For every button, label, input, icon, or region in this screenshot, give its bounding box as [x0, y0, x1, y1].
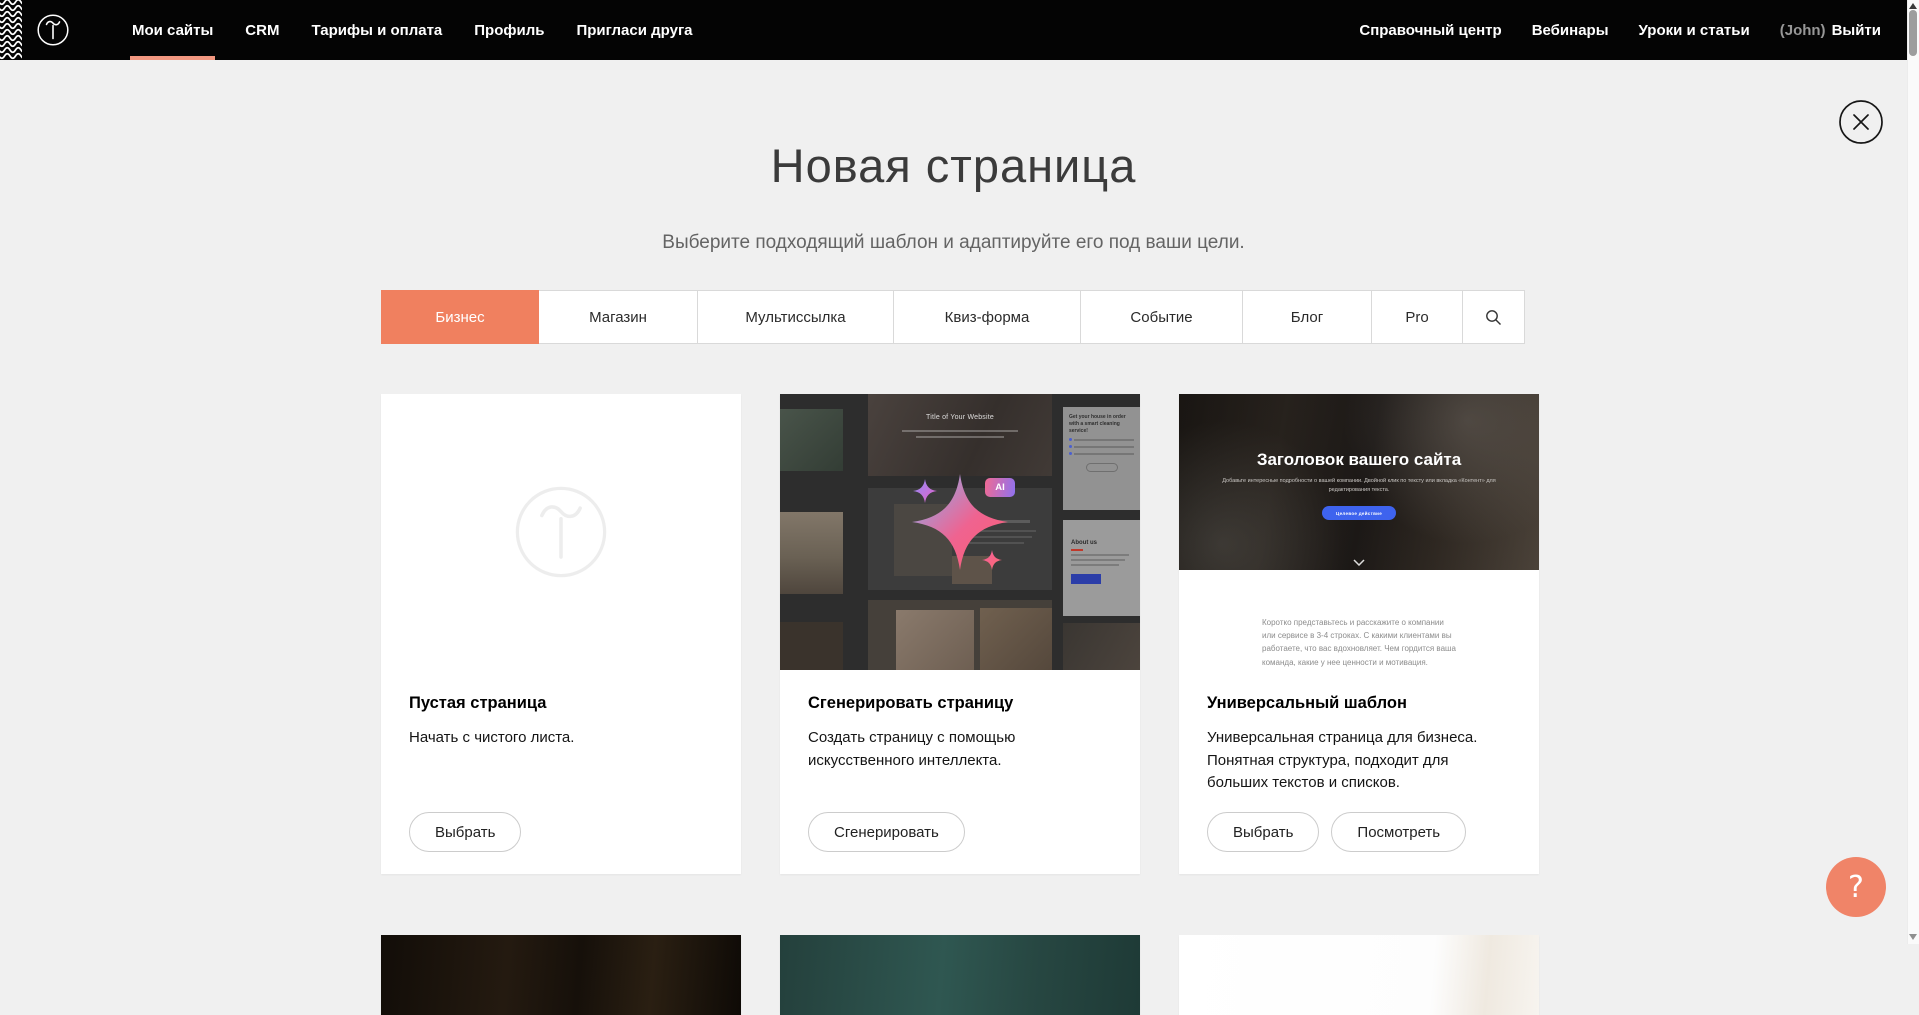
page-title: Новая страница: [0, 142, 1907, 189]
nav-tariffs[interactable]: Тарифы и оплата: [295, 0, 458, 60]
close-button[interactable]: [1838, 99, 1884, 145]
scroll-up-arrow-icon[interactable]: [1909, 3, 1917, 9]
template-card-partial[interactable]: [780, 935, 1140, 1015]
nav-profile[interactable]: Профиль: [458, 0, 560, 60]
nav-invite-friend[interactable]: Пригласи друга: [560, 0, 708, 60]
scroll-down-arrow-icon[interactable]: [1909, 934, 1917, 940]
logout-link[interactable]: Выйти: [1832, 22, 1881, 39]
tilda-ghost-logo-icon: [505, 476, 617, 588]
template-card-partial[interactable]: [381, 935, 741, 1015]
template-hero-subtitle: Добавьте интересные подробности о вашей …: [1209, 477, 1509, 494]
template-cta-button: Целевое действие: [1322, 506, 1396, 520]
scrollbar[interactable]: [1907, 0, 1919, 944]
nav-help-center[interactable]: Справочный центр: [1344, 0, 1516, 60]
universal-template-preview: Заголовок вашего сайта Добавьте интересн…: [1179, 394, 1539, 670]
nav-lessons[interactable]: Уроки и статьи: [1624, 0, 1765, 60]
search-icon: [1485, 309, 1502, 326]
nav-user: (John) Выйти: [1765, 0, 1881, 60]
tab-pro[interactable]: Pro: [1371, 290, 1463, 344]
ai-sparkle-icon: [780, 394, 1140, 670]
template-hero-section: Заголовок вашего сайта Добавьте интересн…: [1179, 394, 1539, 570]
card-description: Универсальная страница для бизнеса. Поня…: [1207, 727, 1511, 795]
nav-my-sites[interactable]: Мои сайты: [116, 0, 229, 60]
card-title: Универсальный шаблон: [1207, 694, 1511, 713]
card-description: Начать с чистого листа.: [409, 727, 713, 750]
card-blank-page: Пустая страница Начать с чистого листа. …: [381, 394, 741, 874]
template-card-partial[interactable]: [1179, 935, 1539, 1015]
help-button[interactable]: ?: [1826, 857, 1886, 917]
tilda-logo-icon[interactable]: [34, 11, 72, 49]
nav-crm[interactable]: CRM: [229, 0, 295, 60]
main-menu: Мои сайты CRM Тарифы и оплата Профиль Пр…: [116, 0, 709, 60]
tab-event[interactable]: Событие: [1080, 290, 1243, 344]
tab-blog[interactable]: Блог: [1242, 290, 1372, 344]
close-icon: [1838, 99, 1884, 145]
secondary-menu: Справочный центр Вебинары Уроки и статьи…: [1344, 0, 1881, 60]
user-name: (John): [1780, 22, 1826, 39]
template-body-section: Коротко представьтесь и расскажите о ком…: [1179, 570, 1539, 670]
scrollbar-thumb[interactable]: [1909, 10, 1917, 56]
tab-multilink[interactable]: Мультиссылка: [697, 290, 894, 344]
template-category-tabs: Бизнес Магазин Мультиссылка Квиз-форма С…: [381, 290, 1525, 344]
select-universal-button[interactable]: Выбрать: [1207, 812, 1319, 852]
card-actions: Сгенерировать: [808, 812, 1112, 852]
tab-business[interactable]: Бизнес: [381, 290, 539, 344]
template-cards-row: Пустая страница Начать с чистого листа. …: [381, 394, 1539, 874]
card-body: Сгенерировать страницу Создать страницу …: [780, 670, 1140, 874]
card-body: Универсальный шаблон Универсальная стран…: [1179, 670, 1539, 874]
template-cards-row-2: [381, 935, 1539, 1015]
card-ai-generate: Title of Your Website Get your house in …: [780, 394, 1140, 874]
card-universal-template: Заголовок вашего сайта Добавьте интересн…: [1179, 394, 1539, 874]
card-description: Создать страницу с помощью искусственног…: [808, 727, 1112, 772]
tab-shop[interactable]: Магазин: [538, 290, 698, 344]
card-title: Пустая страница: [409, 694, 713, 713]
tab-quiz-form[interactable]: Квиз-форма: [893, 290, 1081, 344]
blank-page-preview: [381, 394, 741, 670]
page-subtitle: Выберите подходящий шаблон и адаптируйте…: [0, 232, 1907, 254]
question-mark-icon: ?: [1848, 870, 1864, 905]
card-actions: Выбрать Посмотреть: [1207, 812, 1511, 852]
view-universal-button[interactable]: Посмотреть: [1331, 812, 1466, 852]
zigzag-pattern-icon: [0, 0, 22, 60]
chevron-down-icon: [1353, 559, 1365, 566]
card-actions: Выбрать: [409, 812, 713, 852]
generate-button[interactable]: Сгенерировать: [808, 812, 965, 852]
select-blank-button[interactable]: Выбрать: [409, 812, 521, 852]
template-hero-title: Заголовок вашего сайта: [1179, 394, 1539, 470]
ai-badge: AI: [985, 478, 1015, 497]
ai-collage-preview: Title of Your Website Get your house in …: [780, 394, 1140, 670]
card-title: Сгенерировать страницу: [808, 694, 1112, 713]
nav-webinars[interactable]: Вебинары: [1517, 0, 1624, 60]
template-body-text: Коротко представьтесь и расскажите о ком…: [1262, 616, 1456, 669]
tab-search[interactable]: [1462, 290, 1525, 344]
top-nav: Мои сайты CRM Тарифы и оплата Профиль Пр…: [0, 0, 1907, 60]
card-body: Пустая страница Начать с чистого листа. …: [381, 670, 741, 874]
